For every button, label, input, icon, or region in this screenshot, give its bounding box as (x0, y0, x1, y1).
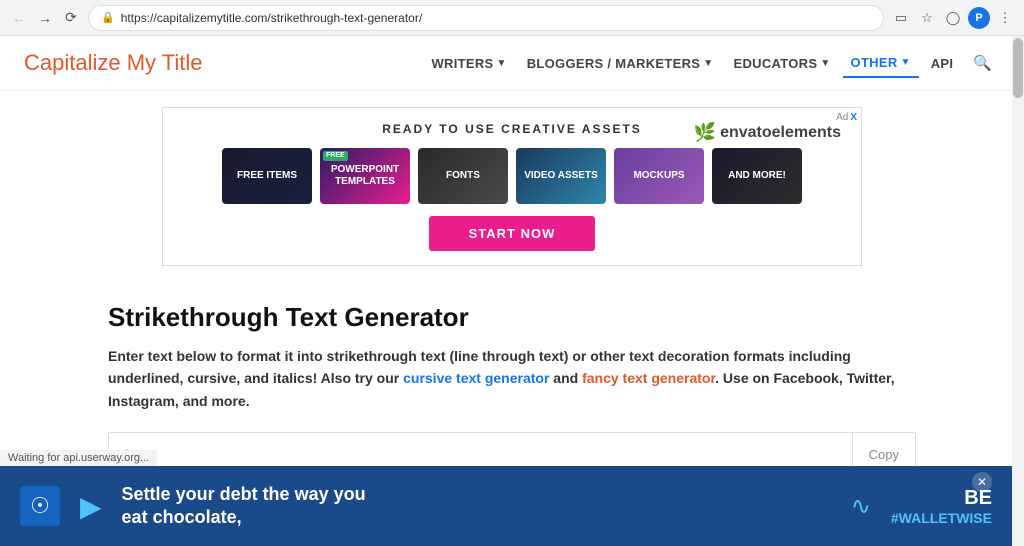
search-button[interactable]: 🔍 (965, 48, 1000, 78)
chevron-down-icon: ▼ (901, 57, 911, 68)
address-bar[interactable]: 🔒 (88, 5, 884, 31)
site-header: Capitalize My Title WRITERS ▼ BLOGGERS /… (0, 36, 1024, 91)
logo-text2: My Title (127, 50, 203, 75)
lock-icon: 🔒 (101, 11, 115, 24)
leaf-icon: 🌿 (694, 122, 716, 143)
status-bar: Waiting for api.userway.org... (0, 450, 157, 466)
nav-item-educators[interactable]: EDUCATORS ▼ (725, 50, 838, 77)
nav-item-other[interactable]: OTHER ▼ (843, 49, 919, 78)
site-nav: WRITERS ▼ BLOGGERS / MARKETERS ▼ EDUCATO… (423, 48, 1000, 78)
ad-item-video[interactable]: VIDEO ASSETS (516, 148, 606, 204)
chevron-down-icon: ▼ (497, 58, 507, 69)
close-ad-button[interactable]: ✕ (972, 472, 992, 492)
ad-banner-title: READY TO USE CREATIVE ASSETS (382, 122, 642, 136)
scrollbar-thumb[interactable] (1013, 38, 1023, 98)
menu-button[interactable]: ⋮ (994, 7, 1016, 29)
ad-item-mockups[interactable]: MOCKUPS (614, 148, 704, 204)
browser-chrome: ← → ⟳ 🔒 ▭ ☆ ◯ P ⋮ (0, 0, 1024, 36)
profile-button[interactable]: P (968, 7, 990, 29)
ad-badge: BE #WALLETWISE (891, 487, 992, 526)
ad-item-fonts[interactable]: FONTS (418, 148, 508, 204)
logo-text1: Capitalize (24, 50, 127, 75)
nav-item-writers[interactable]: WRITERS ▼ (423, 50, 514, 77)
ad-banner: Ad X READY TO USE CREATIVE ASSETS 🌿 enva… (162, 107, 862, 266)
extension-button[interactable]: ◯ (942, 7, 964, 29)
browser-actions: ▭ ☆ ◯ P ⋮ (890, 7, 1016, 29)
page-title: Strikethrough Text Generator (108, 302, 916, 333)
browser-nav-buttons: ← → ⟳ (8, 7, 82, 29)
chevron-down-icon: ▼ (703, 58, 713, 69)
scrollbar[interactable] (1012, 36, 1024, 546)
chevron-down-icon: ▼ (820, 58, 830, 69)
cursive-generator-link[interactable]: cursive text generator (403, 370, 549, 386)
ad-arrow-icon: ▶ (80, 490, 102, 523)
bottom-ad: ☉ ▶ Settle your debt the way you eat cho… (0, 466, 1012, 546)
free-badge: FREE (323, 151, 348, 161)
reload-button[interactable]: ⟳ (60, 7, 82, 29)
url-input[interactable] (121, 11, 871, 25)
ad-items: FREE ITEMS FREE POWERPOINT TEMPLATES FON… (222, 148, 802, 204)
nav-item-api[interactable]: API (923, 50, 962, 77)
fancy-generator-link[interactable]: fancy text generator (582, 370, 715, 386)
back-button[interactable]: ← (8, 7, 30, 29)
site-logo[interactable]: Capitalize My Title (24, 50, 203, 76)
wave-icon: ∿ (851, 492, 871, 521)
ad-logo: ☉ (20, 486, 60, 526)
envato-logo: 🌿 envatoelements (694, 122, 841, 143)
shield-icon: ☉ (30, 493, 50, 519)
website: Capitalize My Title WRITERS ▼ BLOGGERS /… (0, 36, 1024, 496)
ad-item-more[interactable]: AND MORE! (712, 148, 802, 204)
ad-text: Settle your debt the way you eat chocola… (122, 483, 831, 530)
cast-button[interactable]: ▭ (890, 7, 912, 29)
forward-button[interactable]: → (34, 7, 56, 29)
nav-item-bloggers[interactable]: BLOGGERS / MARKETERS ▼ (519, 50, 722, 77)
ad-item-ppt[interactable]: FREE POWERPOINT TEMPLATES (320, 148, 410, 204)
ad-item-free[interactable]: FREE ITEMS (222, 148, 312, 204)
page-description: Enter text below to format it into strik… (108, 345, 898, 412)
text-input[interactable] (172, 446, 852, 462)
start-now-button[interactable]: START NOW (429, 216, 596, 251)
bookmark-button[interactable]: ☆ (916, 7, 938, 29)
